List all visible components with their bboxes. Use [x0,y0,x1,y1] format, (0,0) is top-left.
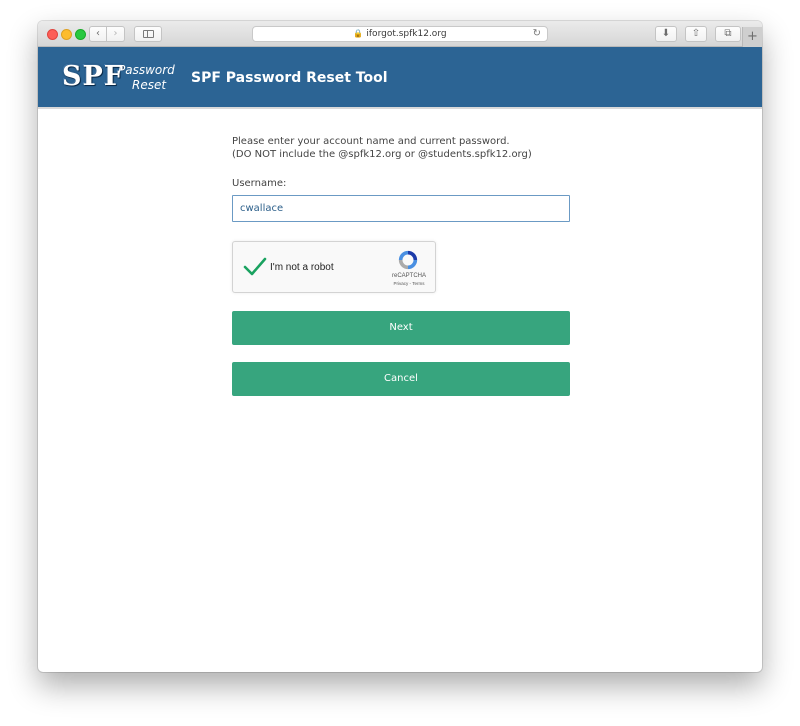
lock-icon: 🔒 [353,29,364,38]
chevron-left-icon: ‹ [96,28,100,39]
instruction-line-1: Please enter your account name and curre… [232,136,510,147]
next-button[interactable]: Next [232,311,570,345]
logo-word-password: Password [118,63,175,77]
forward-button[interactable]: › [107,26,125,42]
instructions: Please enter your account name and curre… [232,135,570,161]
logo-word-reset: Reset [132,78,167,92]
recaptcha-brand: reCAPTCHA [391,273,426,279]
checkmark-icon[interactable] [243,255,267,279]
back-button[interactable]: ‹ [89,26,107,42]
downloads-button[interactable]: ⬇ [655,26,677,42]
minimize-window-button[interactable] [61,29,72,40]
recaptcha-label[interactable]: I'm not a robot [270,262,334,273]
download-icon: ⬇ [661,28,671,39]
site-header: SPF Password Reset SPF Password Reset To… [38,47,762,109]
cancel-button[interactable]: Cancel [232,362,570,396]
reset-form: Please enter your account name and curre… [232,135,570,396]
close-window-button[interactable] [47,29,58,40]
browser-toolbar: ‹ › 🔒 iforgot.spfk12.org ↻ ⬇ ⇧ ⧉ + [38,21,762,47]
address-bar[interactable]: 🔒 iforgot.spfk12.org ↻ [252,26,548,42]
tabs-icon: ⧉ [724,28,732,39]
address-text: iforgot.spfk12.org [366,29,447,39]
username-input[interactable] [232,195,570,222]
instruction-line-2: (DO NOT include the @spfk12.org or @stud… [232,149,532,160]
username-label: Username: [232,178,287,189]
sidebar-icon [142,30,154,38]
chevron-right-icon: › [113,28,118,39]
recaptcha-privacy-terms-link[interactable]: Privacy - Terms [383,281,435,286]
sidebar-toggle-button[interactable] [134,26,162,42]
new-tab-button[interactable]: + [742,27,762,47]
reload-icon[interactable]: ↻ [533,27,541,41]
zoom-window-button[interactable] [75,29,86,40]
recaptcha-widget: I'm not a robot reCAPTCHA Privacy - Term… [232,241,436,293]
share-button[interactable]: ⇧ [685,26,707,42]
browser-window: ‹ › 🔒 iforgot.spfk12.org ↻ ⬇ ⇧ ⧉ + SPF Pa… [38,21,762,672]
recaptcha-logo-icon [398,250,418,270]
spf-logo: SPF [62,61,124,92]
show-tabs-button[interactable]: ⧉ [715,26,741,42]
page-title: SPF Password Reset Tool [191,70,388,86]
share-icon: ⇧ [691,28,701,39]
plus-icon: + [747,29,758,44]
